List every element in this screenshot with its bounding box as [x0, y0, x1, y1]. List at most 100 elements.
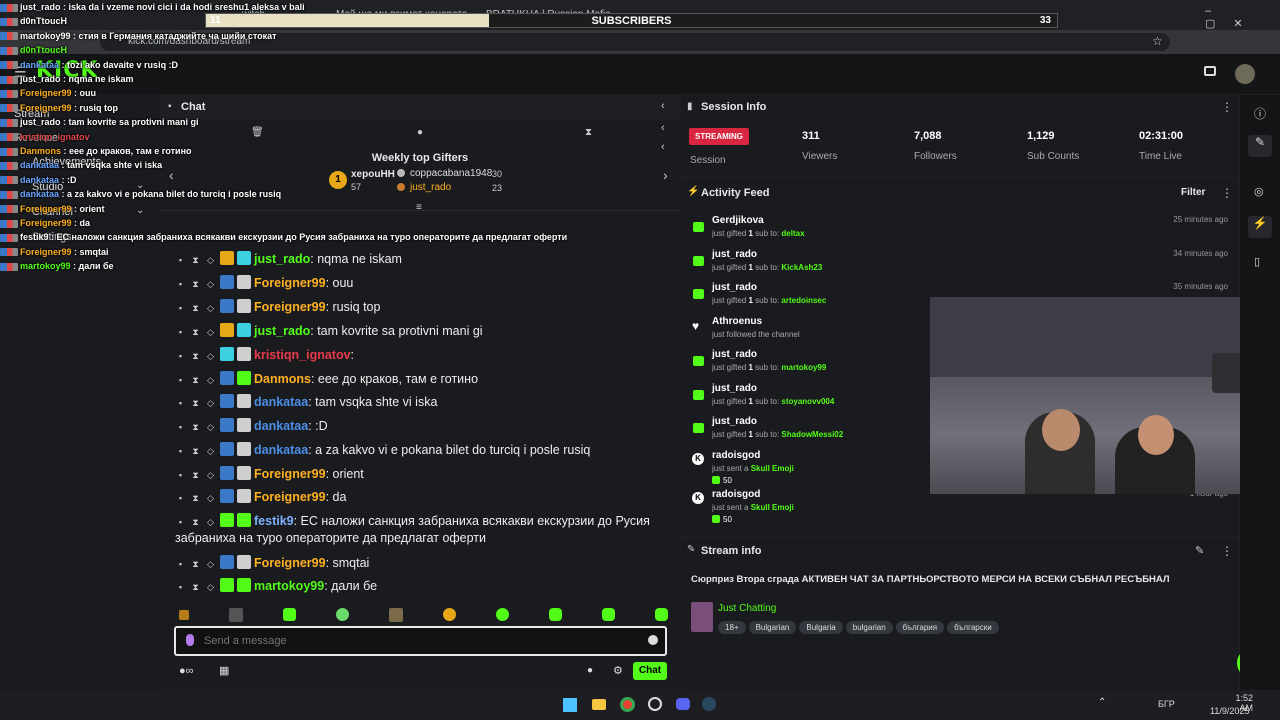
shield-icon[interactable]: ◇ — [205, 351, 216, 362]
chat-username[interactable]: martokoy99 — [254, 579, 324, 593]
emoji-icon[interactable] — [648, 635, 658, 645]
shield-icon[interactable]: ◇ — [205, 517, 216, 528]
stream-tag[interactable]: български — [947, 621, 999, 634]
settings-gear-icon[interactable]: ⚙ — [613, 664, 623, 677]
trash-icon[interactable]: ▪ — [175, 327, 186, 337]
camera-icon[interactable]: ◎ — [1254, 185, 1264, 198]
clock-date[interactable]: 11/9/2025 — [1210, 706, 1249, 716]
trash-icon[interactable]: ▪ — [175, 351, 186, 361]
trash-icon[interactable]: ▪ — [175, 255, 186, 265]
chat-username[interactable]: festik9 — [254, 514, 294, 528]
timeout-icon[interactable]: ⧗ — [190, 446, 201, 457]
gifter-name[interactable]: xepouHH — [351, 169, 395, 180]
timer-icon[interactable]: ⧗ — [585, 127, 592, 138]
activity-target[interactable]: Skull Emoji — [751, 503, 794, 512]
stream-tag[interactable]: българия — [895, 621, 945, 634]
trash-icon[interactable]: ▪ — [175, 446, 186, 456]
chevron-left-icon[interactable]: ‹ — [661, 122, 665, 134]
shield-icon[interactable]: ◇ — [205, 279, 216, 290]
activity-target[interactable]: martokoy99 — [781, 363, 826, 372]
shield-icon[interactable]: ◇ — [205, 422, 216, 433]
chat-icon[interactable]: ● — [417, 127, 423, 138]
activity-target[interactable]: ShadowMessi02 — [781, 430, 843, 439]
timeout-icon[interactable]: ⧗ — [190, 255, 201, 266]
timeout-icon[interactable]: ⧗ — [190, 559, 201, 570]
emote-icon[interactable] — [549, 608, 562, 621]
gifter-name[interactable]: just_rado — [410, 182, 451, 193]
emote-icon[interactable] — [283, 608, 296, 621]
trash-icon[interactable]: ▪ — [175, 470, 186, 480]
timeout-icon[interactable]: ⧗ — [190, 279, 201, 290]
emote-icon[interactable] — [179, 610, 189, 620]
obs-icon[interactable] — [648, 697, 662, 711]
activity-user[interactable]: just_rado — [712, 383, 757, 394]
shield-icon[interactable]: ◇ — [205, 303, 216, 314]
emote-icon[interactable] — [496, 608, 509, 621]
stream-tag[interactable]: bulgarian — [845, 621, 893, 634]
chat-username[interactable]: Danmons — [254, 372, 311, 386]
timeout-icon[interactable]: ⧗ — [190, 470, 201, 481]
timeout-icon[interactable]: ⧗ — [190, 517, 201, 528]
edit-icon[interactable]: ✎ — [1195, 544, 1204, 557]
avatar[interactable] — [1235, 64, 1255, 84]
filter-button[interactable]: Filter — [1181, 187, 1205, 198]
activity-target[interactable]: stoyanovv004 — [781, 397, 834, 406]
category-thumbnail[interactable] — [691, 602, 713, 632]
send-chat-button[interactable]: Chat — [633, 662, 667, 680]
more-options-icon[interactable]: ⋮ — [1221, 186, 1233, 200]
lightning-icon[interactable]: ⚡ — [1248, 216, 1272, 238]
timeout-icon[interactable]: ⧗ — [190, 493, 201, 504]
timeout-icon[interactable]: ⧗ — [190, 422, 201, 433]
edit-icon[interactable]: ✎ — [1248, 135, 1272, 157]
activity-item[interactable]: just_rado just gifted 1 sub to: KickAsh23… — [681, 247, 1238, 279]
emote-icon[interactable] — [336, 608, 349, 621]
category-name[interactable]: Just Chatting — [718, 603, 776, 614]
activity-user[interactable]: Gerdjikova — [712, 215, 764, 226]
chat-username[interactable]: Foreigner99 — [254, 490, 326, 504]
timeout-icon[interactable]: ⧗ — [190, 375, 201, 386]
timeout-icon[interactable]: ⧗ — [190, 327, 201, 338]
shield-icon[interactable]: ◇ — [205, 470, 216, 481]
trash-icon[interactable]: ▪ — [175, 582, 186, 592]
trash-icon[interactable]: ▪ — [175, 398, 186, 408]
chat-username[interactable]: just_rado — [254, 324, 310, 338]
trash-icon[interactable]: ▪ — [175, 493, 186, 503]
activity-user[interactable]: radoisgod — [712, 489, 760, 500]
chat-username[interactable]: kristiqn_ignatov — [254, 348, 351, 362]
timeout-icon[interactable]: ⧗ — [190, 303, 201, 314]
shield-icon[interactable]: ◇ — [205, 375, 216, 386]
file-explorer-icon[interactable] — [592, 699, 606, 710]
prev-gifters-icon[interactable]: ‹ — [169, 167, 174, 183]
window-controls[interactable]: –▢✕ — [1205, 5, 1280, 30]
trash-icon[interactable]: ▪ — [175, 279, 186, 289]
document-icon[interactable]: ▯ — [1254, 255, 1260, 268]
activity-user[interactable]: just_rado — [712, 249, 757, 260]
shield-icon[interactable]: ◇ — [205, 327, 216, 338]
emote-icon[interactable] — [655, 608, 668, 621]
chat-username[interactable]: dankataa — [254, 395, 308, 409]
activity-target[interactable]: deltax — [781, 229, 804, 238]
emote-icon[interactable] — [443, 608, 456, 621]
chat-username[interactable]: Foreigner99 — [254, 300, 326, 314]
points-icon[interactable]: ●∞ — [179, 665, 194, 677]
stream-tag[interactable]: Bulgarian — [748, 621, 797, 634]
activity-target[interactable]: Skull Emoji — [751, 464, 794, 473]
shield-icon[interactable]: ◇ — [205, 493, 216, 504]
trash-icon[interactable]: ▪ — [175, 559, 186, 569]
timeout-icon[interactable]: ⧗ — [190, 351, 201, 362]
trash-icon[interactable]: ▪ — [175, 517, 186, 527]
emote-icon[interactable] — [602, 608, 615, 621]
windows-start-icon[interactable] — [563, 698, 577, 712]
stream-tag[interactable]: Bulgaria — [799, 621, 843, 634]
display-icon[interactable] — [1204, 66, 1216, 76]
info-icon[interactable]: ⓘ — [1254, 105, 1266, 122]
next-gifters-icon[interactable]: › — [663, 167, 668, 183]
timeout-icon[interactable]: ⧗ — [190, 398, 201, 409]
chat-username[interactable]: Foreigner99 — [254, 556, 326, 570]
activity-user[interactable]: just_rado — [712, 282, 757, 293]
steam-icon[interactable] — [702, 697, 716, 711]
emote-icon[interactable] — [229, 608, 243, 622]
collapse-chat-icon[interactable]: ‹ — [661, 100, 665, 112]
more-options-icon[interactable]: ⋮ — [1221, 544, 1233, 558]
shield-icon[interactable]: ◇ — [205, 559, 216, 570]
